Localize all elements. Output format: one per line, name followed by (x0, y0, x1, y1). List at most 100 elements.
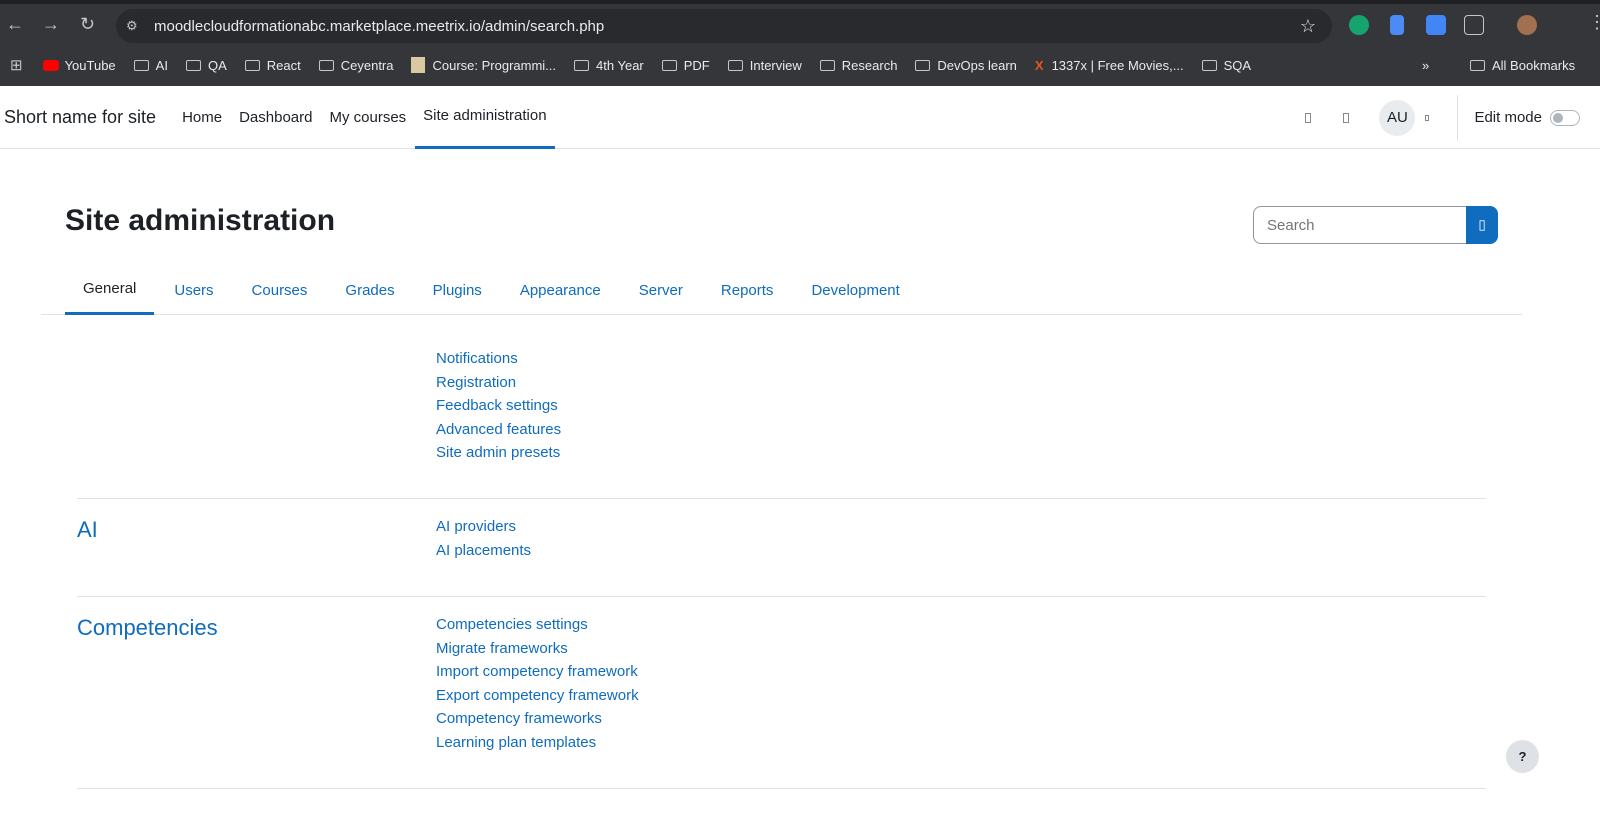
tab-appearance[interactable]: Appearance (502, 265, 619, 315)
admin-tabs: General Users Courses Grades Plugins App… (41, 265, 1522, 315)
bookmark-interview[interactable]: Interview (727, 57, 802, 73)
link-learning-plan-templates[interactable]: Learning plan templates (436, 731, 639, 755)
browser-chrome: ← → ↻ ⚙ moodlecloudformationabc.marketpl… (0, 0, 1600, 86)
bookmark-label: YouTube (64, 57, 116, 73)
bookmark-label: React (266, 57, 301, 73)
divider (77, 788, 1486, 789)
url-text[interactable]: moodlecloudformationabc.marketplace.meet… (154, 18, 604, 35)
tab-server[interactable]: Server (621, 265, 701, 315)
tab-courses[interactable]: Courses (234, 265, 326, 315)
nav-site-administration[interactable]: Site administration (415, 86, 555, 149)
notifications-icon[interactable] (1305, 112, 1312, 123)
bookmark-1337x[interactable]: X 1337x | Free Movies,... (1035, 58, 1184, 73)
all-bookmarks[interactable]: All Bookmarks (1470, 58, 1575, 73)
folder-icon (819, 59, 835, 71)
bookmark-label: Ceyentra (340, 57, 394, 73)
bookmark-label: 1337x | Free Movies,... (1051, 57, 1184, 73)
link-registration[interactable]: Registration (436, 371, 561, 395)
bookmark-label: QA (207, 57, 227, 73)
user-avatar[interactable]: AU (1379, 99, 1416, 136)
tab-general[interactable]: General (65, 265, 155, 315)
tab-strip (0, 0, 1600, 4)
link-competency-frameworks[interactable]: Competency frameworks (436, 707, 639, 731)
folder-icon (185, 59, 201, 71)
tab-development[interactable]: Development (793, 265, 917, 315)
1337x-favicon: X (1034, 57, 1044, 73)
folder-icon (661, 59, 677, 71)
extensions-puzzle-icon[interactable] (1464, 15, 1484, 35)
folder-icon (915, 59, 931, 71)
nav-home[interactable]: Home (182, 86, 222, 149)
folder-icon (1470, 59, 1485, 71)
translate-icon[interactable] (1426, 15, 1446, 35)
bookmark-pdf[interactable]: PDF (661, 58, 710, 73)
tab-users[interactable]: Users (156, 265, 231, 315)
tab-plugins[interactable]: Plugins (415, 265, 500, 315)
bookmark-react[interactable]: React (244, 57, 301, 73)
menu-icon[interactable]: ⋮ (1588, 12, 1600, 33)
bookmark-research[interactable]: Research (819, 58, 897, 73)
link-export-competency-framework[interactable]: Export competency framework (436, 684, 639, 708)
bookmark-star-icon[interactable]: ☆ (1300, 16, 1316, 37)
bookmark-label: AI (155, 57, 168, 73)
link-competencies-settings[interactable]: Competencies settings (436, 613, 639, 637)
folder-icon (133, 59, 149, 71)
extension-icon[interactable] (1390, 15, 1404, 35)
link-notifications[interactable]: Notifications (436, 347, 561, 371)
folder-icon (727, 59, 743, 71)
link-site-admin-presets[interactable]: Site admin presets (436, 441, 561, 465)
section-heading-competencies[interactable]: Competencies (77, 615, 218, 641)
page-title: Site administration (65, 204, 336, 237)
reload-icon[interactable]: ↻ (80, 14, 95, 35)
bookmark-course[interactable]: Course: Programmi... (411, 57, 556, 73)
edit-mode-label: Edit mode (1474, 109, 1542, 126)
bookmark-qa[interactable]: QA (185, 57, 227, 73)
grammarly-icon[interactable] (1349, 15, 1369, 35)
nav-dashboard[interactable]: Dashboard (239, 86, 312, 149)
help-button[interactable]: ? (1506, 740, 1539, 773)
search-input[interactable] (1253, 206, 1466, 244)
bookmark-devops[interactable]: DevOps learn (915, 57, 1017, 73)
profile-avatar-icon[interactable] (1517, 15, 1537, 35)
youtube-icon (42, 59, 59, 71)
folder-icon (574, 59, 590, 71)
section-heading-ai[interactable]: AI (77, 517, 98, 543)
link-ai-providers[interactable]: AI providers (436, 515, 531, 539)
bookmark-youtube[interactable]: YouTube (42, 57, 116, 73)
link-ai-placements[interactable]: AI placements (436, 539, 531, 563)
bookmarks-bar: ⊞ YouTube AI QA React Ceyentra Course: P… (0, 46, 1600, 84)
more-bookmarks-icon[interactable]: » (1422, 58, 1429, 73)
folder-icon (1201, 59, 1217, 71)
bookmark-label: SQA (1223, 57, 1252, 73)
bookmark-ai[interactable]: AI (133, 57, 168, 73)
link-import-competency-framework[interactable]: Import competency framework (436, 660, 639, 684)
forward-icon[interactable]: → (42, 14, 60, 35)
bookmark-label: DevOps learn (937, 57, 1017, 73)
divider (1457, 94, 1459, 141)
moodle-navbar: Short name for site Home Dashboard My co… (0, 86, 1600, 149)
tab-reports[interactable]: Reports (703, 265, 792, 315)
link-advanced-features[interactable]: Advanced features (436, 418, 561, 442)
search-button[interactable]: ▯ (1466, 206, 1498, 244)
link-migrate-frameworks[interactable]: Migrate frameworks (436, 637, 639, 661)
edit-mode-toggle[interactable] (1550, 109, 1580, 126)
messages-icon[interactable] (1343, 112, 1350, 123)
divider (77, 498, 1486, 499)
bookmark-4th-year[interactable]: 4th Year (574, 58, 644, 73)
back-icon[interactable]: ← (6, 14, 24, 35)
site-brand[interactable]: Short name for site (4, 107, 156, 128)
link-feedback-settings[interactable]: Feedback settings (436, 394, 561, 418)
user-menu-caret-icon[interactable] (1425, 114, 1430, 121)
bookmark-label: Interview (749, 57, 802, 73)
search-icon: ▯ (1478, 217, 1486, 232)
bookmark-label: Course: Programmi... (432, 57, 557, 73)
bookmark-sqa[interactable]: SQA (1201, 57, 1252, 73)
bookmark-ceyentra[interactable]: Ceyentra (318, 57, 394, 73)
tab-grades[interactable]: Grades (327, 265, 412, 315)
apps-icon[interactable]: ⊞ (10, 56, 23, 74)
course-favicon (411, 57, 426, 73)
address-bar[interactable]: ⚙ moodlecloudformationabc.marketplace.me… (116, 9, 1332, 43)
nav-my-courses[interactable]: My courses (329, 86, 406, 149)
bookmark-label: 4th Year (596, 57, 644, 73)
site-info-icon[interactable]: ⚙ (126, 18, 146, 34)
